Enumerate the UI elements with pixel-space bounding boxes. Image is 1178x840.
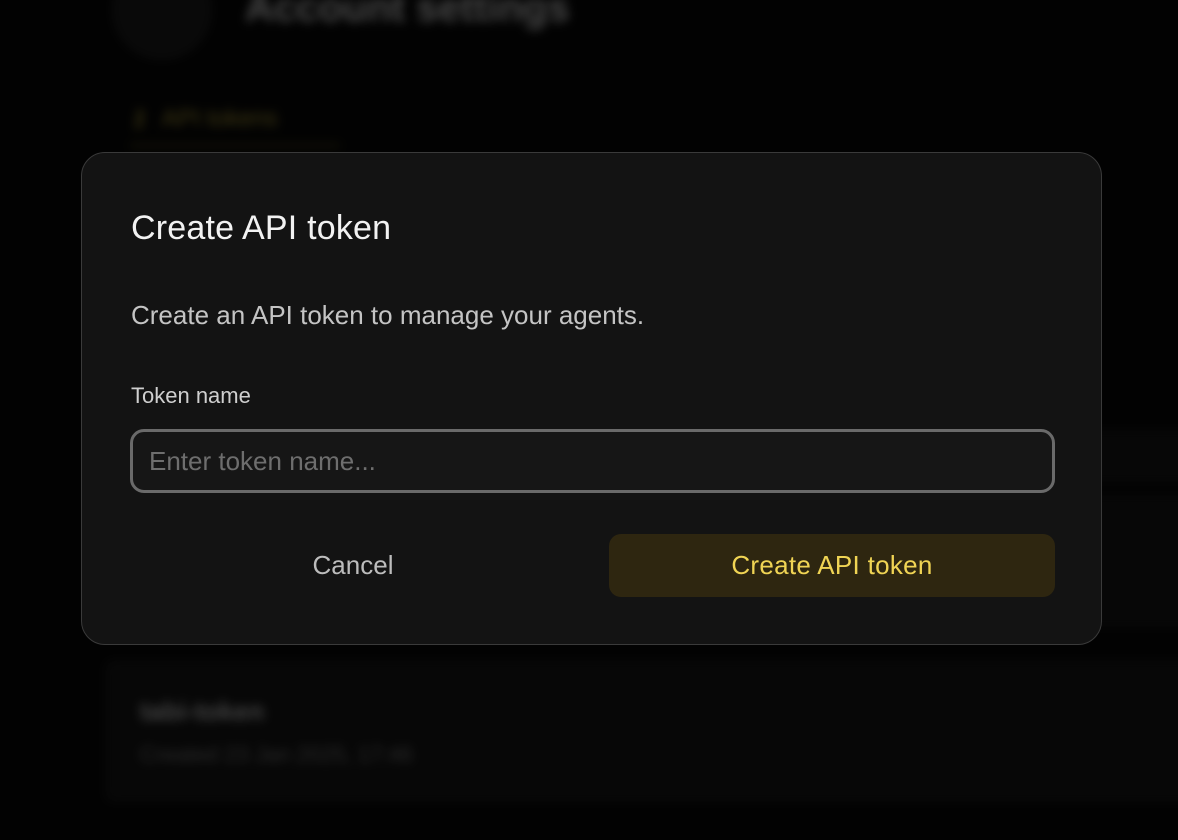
create-token-dialog: Create API token Create an API token to … [81,152,1102,645]
create-api-token-button[interactable]: Create API token [609,534,1055,597]
cancel-button[interactable]: Cancel [130,534,576,597]
dialog-title: Create API token [131,209,392,247]
dialog-description: Create an API token to manage your agent… [131,300,645,330]
token-name-input[interactable] [130,429,1055,493]
token-name-label: Token name [131,383,251,408]
screen: Account settings ⚷ API tokens tabi-token… [0,0,1178,840]
